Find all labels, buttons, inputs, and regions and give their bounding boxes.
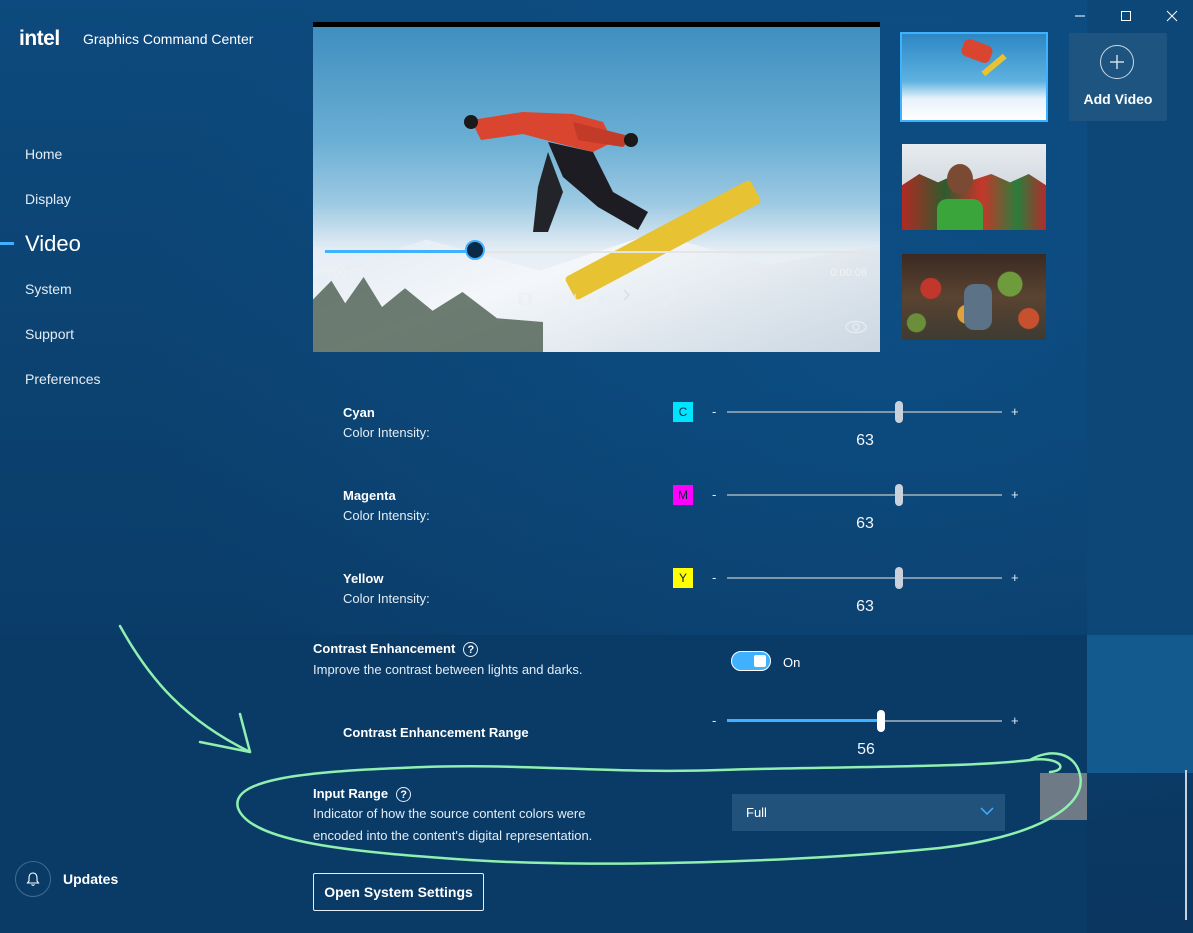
cyan-slider-track[interactable] — [727, 411, 1002, 413]
background-panel — [0, 635, 1087, 933]
setting-subtitle: Color Intensity: — [343, 425, 430, 440]
next-icon[interactable] — [622, 288, 632, 305]
slider-min-label: - — [712, 570, 717, 585]
add-video-button[interactable]: Add Video — [1069, 33, 1167, 121]
open-system-settings-button[interactable]: Open System Settings — [313, 873, 484, 911]
video-thumbnail-people[interactable] — [902, 144, 1046, 230]
yellow-value: 63 — [856, 598, 874, 615]
slider-min-label: - — [712, 713, 717, 728]
updates-label[interactable]: Updates — [63, 871, 118, 887]
updates-button[interactable] — [15, 861, 51, 897]
sidebar-item-system[interactable]: System — [25, 281, 72, 297]
sidebar-item-display[interactable]: Display — [25, 191, 71, 207]
dropdown-selected-value: Full — [746, 805, 767, 820]
magenta-value: 63 — [856, 515, 874, 532]
sidebar-item-home[interactable]: Home — [25, 146, 62, 162]
video-thumbnail-snowboarder[interactable] — [900, 32, 1048, 122]
cyan-value: 63 — [856, 432, 874, 449]
contrast-range-title: Contrast Enhancement Range — [343, 725, 529, 740]
magenta-badge: M — [673, 485, 693, 505]
add-video-label: Add Video — [1083, 91, 1153, 107]
active-indicator — [0, 242, 14, 245]
yellow-badge: Y — [673, 568, 693, 588]
background-panel — [1087, 635, 1193, 773]
plus-icon — [1100, 45, 1134, 79]
sidebar-item-video[interactable]: Video — [25, 231, 81, 257]
compare-icon[interactable] — [845, 320, 867, 337]
setting-subtitle: Color Intensity: — [343, 508, 430, 523]
cyan-badge: C — [673, 402, 693, 422]
duration: 0:00:08 — [830, 267, 867, 279]
scrollbar[interactable] — [1185, 770, 1187, 920]
contrast-range-thumb[interactable] — [877, 710, 885, 732]
toggle-knob — [754, 655, 766, 667]
help-icon[interactable]: ? — [463, 642, 479, 658]
cyan-slider-thumb[interactable] — [895, 401, 903, 423]
slider-max-label: + — [1011, 570, 1019, 585]
sidebar-item-preferences[interactable]: Preferences — [25, 371, 100, 387]
yellow-slider-track[interactable] — [727, 577, 1002, 579]
app-title: Graphics Command Center — [83, 31, 254, 47]
close-icon[interactable] — [1157, 6, 1187, 26]
video-thumbnail-market[interactable] — [902, 254, 1046, 340]
chevron-down-icon — [979, 803, 995, 824]
contrast-toggle-label: On — [783, 655, 801, 670]
setting-title: Yellow — [343, 571, 384, 586]
input-range-title-text: Input Range — [313, 786, 389, 801]
setting-title: Magenta — [343, 488, 396, 503]
input-range-description-2: encoded into the content's digital repre… — [313, 828, 593, 843]
slider-min-label: - — [712, 404, 717, 419]
slider-max-label: + — [1011, 487, 1019, 502]
intel-logo: intel — [19, 27, 60, 50]
slider-max-label: + — [1011, 404, 1019, 419]
input-range-title: Input Range? — [313, 786, 412, 803]
slider-max-label: + — [1011, 713, 1019, 728]
current-time: 0:00:02 — [325, 267, 362, 279]
contrast-description: Improve the contrast between lights and … — [313, 662, 583, 677]
crop-icon[interactable] — [518, 292, 532, 309]
setting-subtitle: Color Intensity: — [343, 591, 430, 606]
pause-icon[interactable] — [566, 292, 580, 309]
maximize-icon[interactable] — [1111, 6, 1141, 26]
sidebar-item-support[interactable]: Support — [25, 326, 74, 342]
help-icon[interactable]: ? — [396, 787, 412, 803]
input-range-dropdown[interactable]: Full — [732, 794, 1005, 831]
magenta-slider-track[interactable] — [727, 494, 1002, 496]
contrast-title-text: Contrast Enhancement — [313, 641, 456, 656]
progress-knob[interactable] — [465, 240, 485, 260]
contrast-range-fill — [727, 719, 881, 722]
snowboarder-figure — [464, 112, 648, 232]
contrast-enhancement-title: Contrast Enhancement? — [313, 641, 479, 658]
video-player[interactable]: 0:00:02 0:00:08 — [313, 22, 880, 352]
volume-icon[interactable] — [596, 292, 612, 309]
slider-min-label: - — [712, 487, 717, 502]
setting-title: Cyan — [343, 405, 375, 420]
yellow-slider-thumb[interactable] — [895, 567, 903, 589]
contrast-toggle[interactable] — [731, 651, 771, 671]
contrast-range-value: 56 — [857, 741, 875, 758]
scroll-corner — [1040, 773, 1087, 820]
input-range-description-1: Indicator of how the source content colo… — [313, 806, 586, 821]
magenta-slider-thumb[interactable] — [895, 484, 903, 506]
fullscreen-icon[interactable] — [661, 292, 677, 311]
progress-fill — [325, 250, 477, 253]
minimize-icon[interactable] — [1065, 6, 1095, 26]
bell-icon — [26, 872, 40, 886]
